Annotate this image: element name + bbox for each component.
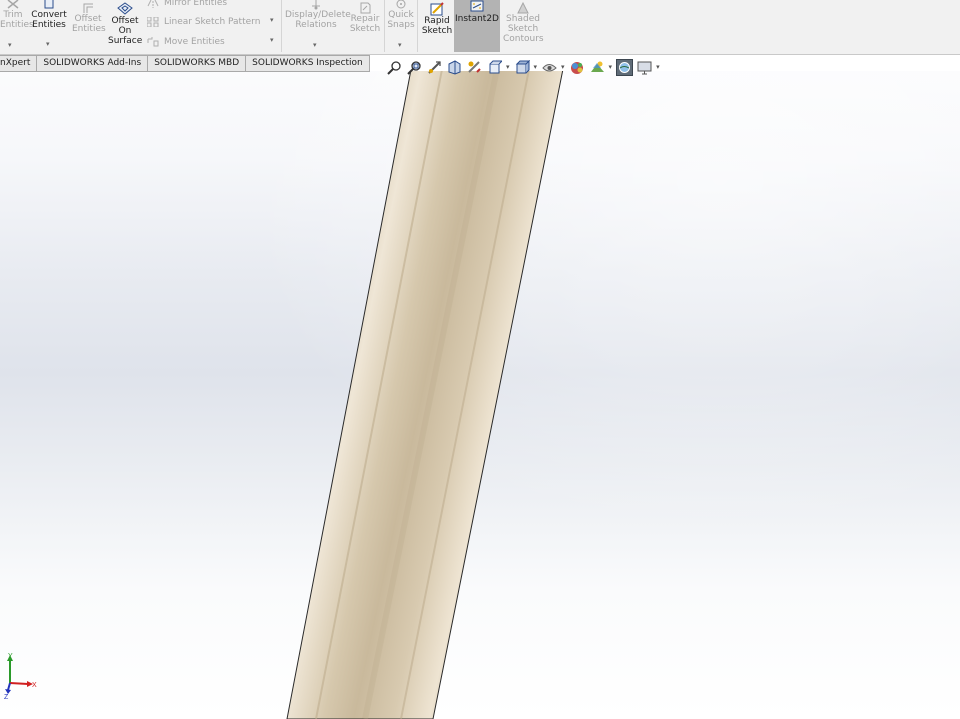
instant2d-button[interactable]: Instant2D bbox=[454, 0, 500, 52]
shaded-sketch-contours-button[interactable]: Shaded Sketch Contours bbox=[503, 2, 544, 44]
triad-z-label: Z bbox=[4, 694, 9, 700]
chevron-down-icon[interactable]: ▾ bbox=[609, 63, 613, 71]
triad-x-label: X bbox=[32, 682, 37, 689]
chevron-down-icon[interactable]: ▾ bbox=[46, 39, 50, 49]
reference-triad: Y X Z bbox=[0, 650, 42, 701]
offset-on-surface-icon bbox=[108, 2, 142, 16]
ribbon-separator bbox=[417, 0, 418, 52]
heads-up-view-toolbar: ▾ ▾ ▾ ▾ ▾ bbox=[386, 57, 664, 77]
shaded-sketch-contours-icon bbox=[503, 2, 543, 14]
chevron-down-icon[interactable]: ▾ bbox=[398, 40, 402, 50]
graphics-area[interactable] bbox=[0, 71, 960, 719]
chevron-down-icon[interactable]: ▾ bbox=[8, 40, 12, 50]
offset-entities-icon bbox=[72, 2, 104, 14]
convert-entities-button[interactable]: Convert Entities ▾ bbox=[31, 0, 67, 48]
dynamic-annotation-views-icon[interactable] bbox=[466, 59, 483, 76]
chevron-down-icon: ▾ bbox=[270, 36, 274, 44]
mirror-entities-button[interactable]: Mirror Entities bbox=[147, 0, 227, 10]
hide-show-box-icon[interactable] bbox=[486, 59, 503, 76]
edit-appearance-icon[interactable] bbox=[569, 59, 586, 76]
display-style-icon[interactable] bbox=[541, 59, 558, 76]
rapid-sketch-label: Rapid Sketch bbox=[421, 16, 453, 36]
section-view-icon[interactable] bbox=[446, 59, 463, 76]
shaded-sketch-contours-label: Shaded Sketch Contours bbox=[503, 14, 544, 44]
mirror-entities-label: Mirror Entities bbox=[164, 0, 228, 8]
triad-y-label: Y bbox=[8, 653, 13, 660]
chevron-down-icon: ▾ bbox=[270, 16, 274, 24]
tab-solidworks-mbd[interactable]: SOLIDWORKS MBD bbox=[148, 55, 247, 72]
move-icon bbox=[147, 36, 159, 47]
offset-on-surface-button[interactable]: Offset On Surface bbox=[108, 2, 142, 46]
instant2d-label: Instant2D bbox=[455, 14, 499, 24]
chevron-down-icon[interactable]: ▾ bbox=[656, 63, 660, 71]
display-delete-relations-label: Display/Delete Relations bbox=[285, 10, 351, 30]
chevron-down-icon[interactable]: ▾ bbox=[313, 40, 317, 50]
repair-sketch-button[interactable]: Repair Sketch bbox=[349, 2, 381, 34]
rapid-sketch-button[interactable]: Rapid Sketch bbox=[421, 2, 453, 36]
trim-icon bbox=[0, 0, 26, 10]
command-manager-ribbon: Trim Entities ▾ Convert Entities ▾ Offse… bbox=[0, 0, 960, 55]
command-manager-tabs: nXpert SOLIDWORKS Add-Ins SOLIDWORKS MBD… bbox=[0, 55, 370, 72]
convert-entities-icon bbox=[31, 0, 67, 10]
view-orientation-icon[interactable] bbox=[514, 59, 531, 76]
linear-sketch-pattern-button[interactable]: Linear Sketch Pattern bbox=[146, 15, 261, 29]
offset-entities-label: Offset Entities bbox=[72, 14, 106, 34]
rapid-sketch-icon bbox=[421, 2, 453, 16]
instant2d-icon bbox=[454, 0, 500, 14]
quick-snaps-button[interactable]: Quick Snaps ▾ bbox=[386, 0, 416, 49]
zoom-to-area-icon[interactable] bbox=[406, 59, 423, 76]
tab-solidworks-add-ins[interactable]: SOLIDWORKS Add-Ins bbox=[37, 55, 149, 72]
zoom-to-fit-icon[interactable] bbox=[386, 59, 403, 76]
chevron-down-icon[interactable]: ▾ bbox=[534, 63, 538, 71]
offset-entities-button[interactable]: Offset Entities bbox=[72, 2, 106, 34]
view-settings-icon[interactable] bbox=[636, 59, 653, 76]
relations-icon bbox=[285, 0, 347, 10]
chevron-down-icon[interactable]: ▾ bbox=[506, 63, 510, 71]
display-delete-relations-button[interactable]: Display/Delete Relations ▾ bbox=[285, 0, 351, 49]
trim-entities-button[interactable]: Trim Entities ▾ bbox=[0, 0, 34, 49]
previous-view-icon[interactable] bbox=[426, 59, 443, 76]
triad-x-axis bbox=[9, 682, 29, 685]
move-entities-label: Move Entities bbox=[164, 37, 225, 47]
ribbon-separator bbox=[281, 0, 282, 52]
chevron-down-icon[interactable]: ▾ bbox=[561, 63, 565, 71]
trim-entities-label: Trim Entities bbox=[0, 10, 34, 30]
graphics-canvas[interactable] bbox=[0, 71, 960, 719]
quick-snaps-label: Quick Snaps bbox=[387, 10, 415, 30]
quick-snaps-icon bbox=[386, 0, 416, 10]
tab-solidworks-inspection[interactable]: SOLIDWORKS Inspection bbox=[246, 55, 370, 72]
triad-z-axis bbox=[7, 682, 11, 691]
repair-sketch-label: Repair Sketch bbox=[349, 14, 381, 34]
ribbon-separator bbox=[384, 0, 385, 52]
realview-graphics-icon[interactable] bbox=[616, 58, 634, 76]
offset-on-surface-label: Offset On Surface bbox=[108, 16, 143, 46]
linear-pattern-icon bbox=[146, 16, 159, 27]
tab-nxpert[interactable]: nXpert bbox=[0, 55, 38, 72]
convert-entities-label: Convert Entities bbox=[31, 10, 67, 30]
move-entities-button[interactable]: Move Entities bbox=[147, 35, 225, 49]
mirror-icon bbox=[147, 0, 159, 8]
repair-sketch-icon bbox=[349, 2, 381, 14]
linear-sketch-pattern-label: Linear Sketch Pattern bbox=[164, 17, 261, 27]
apply-scene-icon[interactable] bbox=[589, 59, 606, 76]
